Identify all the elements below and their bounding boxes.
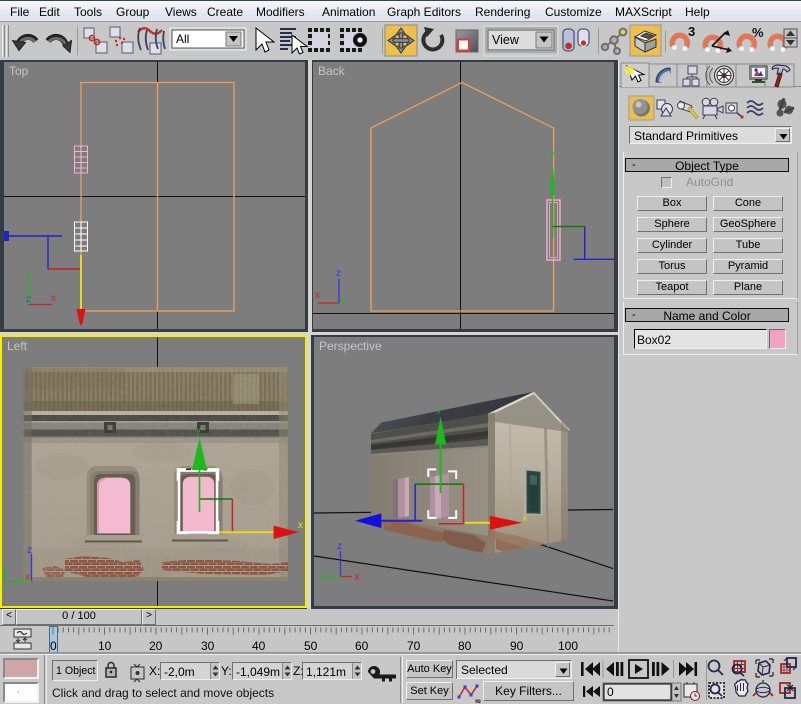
svg-text:y: y xyxy=(196,425,201,436)
svg-text:10: 10 xyxy=(98,639,112,653)
svg-text:y: y xyxy=(320,572,325,583)
svg-text:50: 50 xyxy=(304,639,318,653)
svg-text:x: x xyxy=(298,520,303,531)
svg-text:40: 40 xyxy=(252,639,266,653)
svg-text:x: x xyxy=(355,572,360,583)
svg-text:y: y xyxy=(550,149,555,160)
svg-text:90: 90 xyxy=(510,639,524,653)
svg-text:0: 0 xyxy=(50,639,57,653)
svg-text:Left: Left xyxy=(7,339,28,353)
svg-text:Perspective: Perspective xyxy=(319,339,382,353)
svg-text:View: View xyxy=(492,33,520,47)
svg-text:70: 70 xyxy=(407,639,421,653)
svg-text:Back: Back xyxy=(318,64,346,78)
svg-text:y: y xyxy=(340,295,345,306)
svg-text:y: y xyxy=(437,404,442,415)
svg-text:z: z xyxy=(337,541,342,552)
svg-text:All: All xyxy=(176,32,189,46)
svg-text:30: 30 xyxy=(201,639,215,653)
svg-text:60: 60 xyxy=(355,639,369,653)
svg-text:x: x xyxy=(522,513,527,524)
svg-text:20: 20 xyxy=(149,639,163,653)
svg-text:80: 80 xyxy=(458,639,472,653)
svg-text:Top: Top xyxy=(9,64,29,78)
svg-text:x: x xyxy=(315,290,320,301)
svg-text:y: y xyxy=(26,268,31,279)
svg-text:100: 100 xyxy=(558,639,578,653)
svg-text:z: z xyxy=(336,268,341,279)
svg-text:%: % xyxy=(752,25,764,40)
svg-text:0: 0 xyxy=(607,685,614,699)
svg-text:y: y xyxy=(2,568,7,579)
svg-text:3: 3 xyxy=(688,24,695,39)
svg-text:x: x xyxy=(51,293,56,304)
